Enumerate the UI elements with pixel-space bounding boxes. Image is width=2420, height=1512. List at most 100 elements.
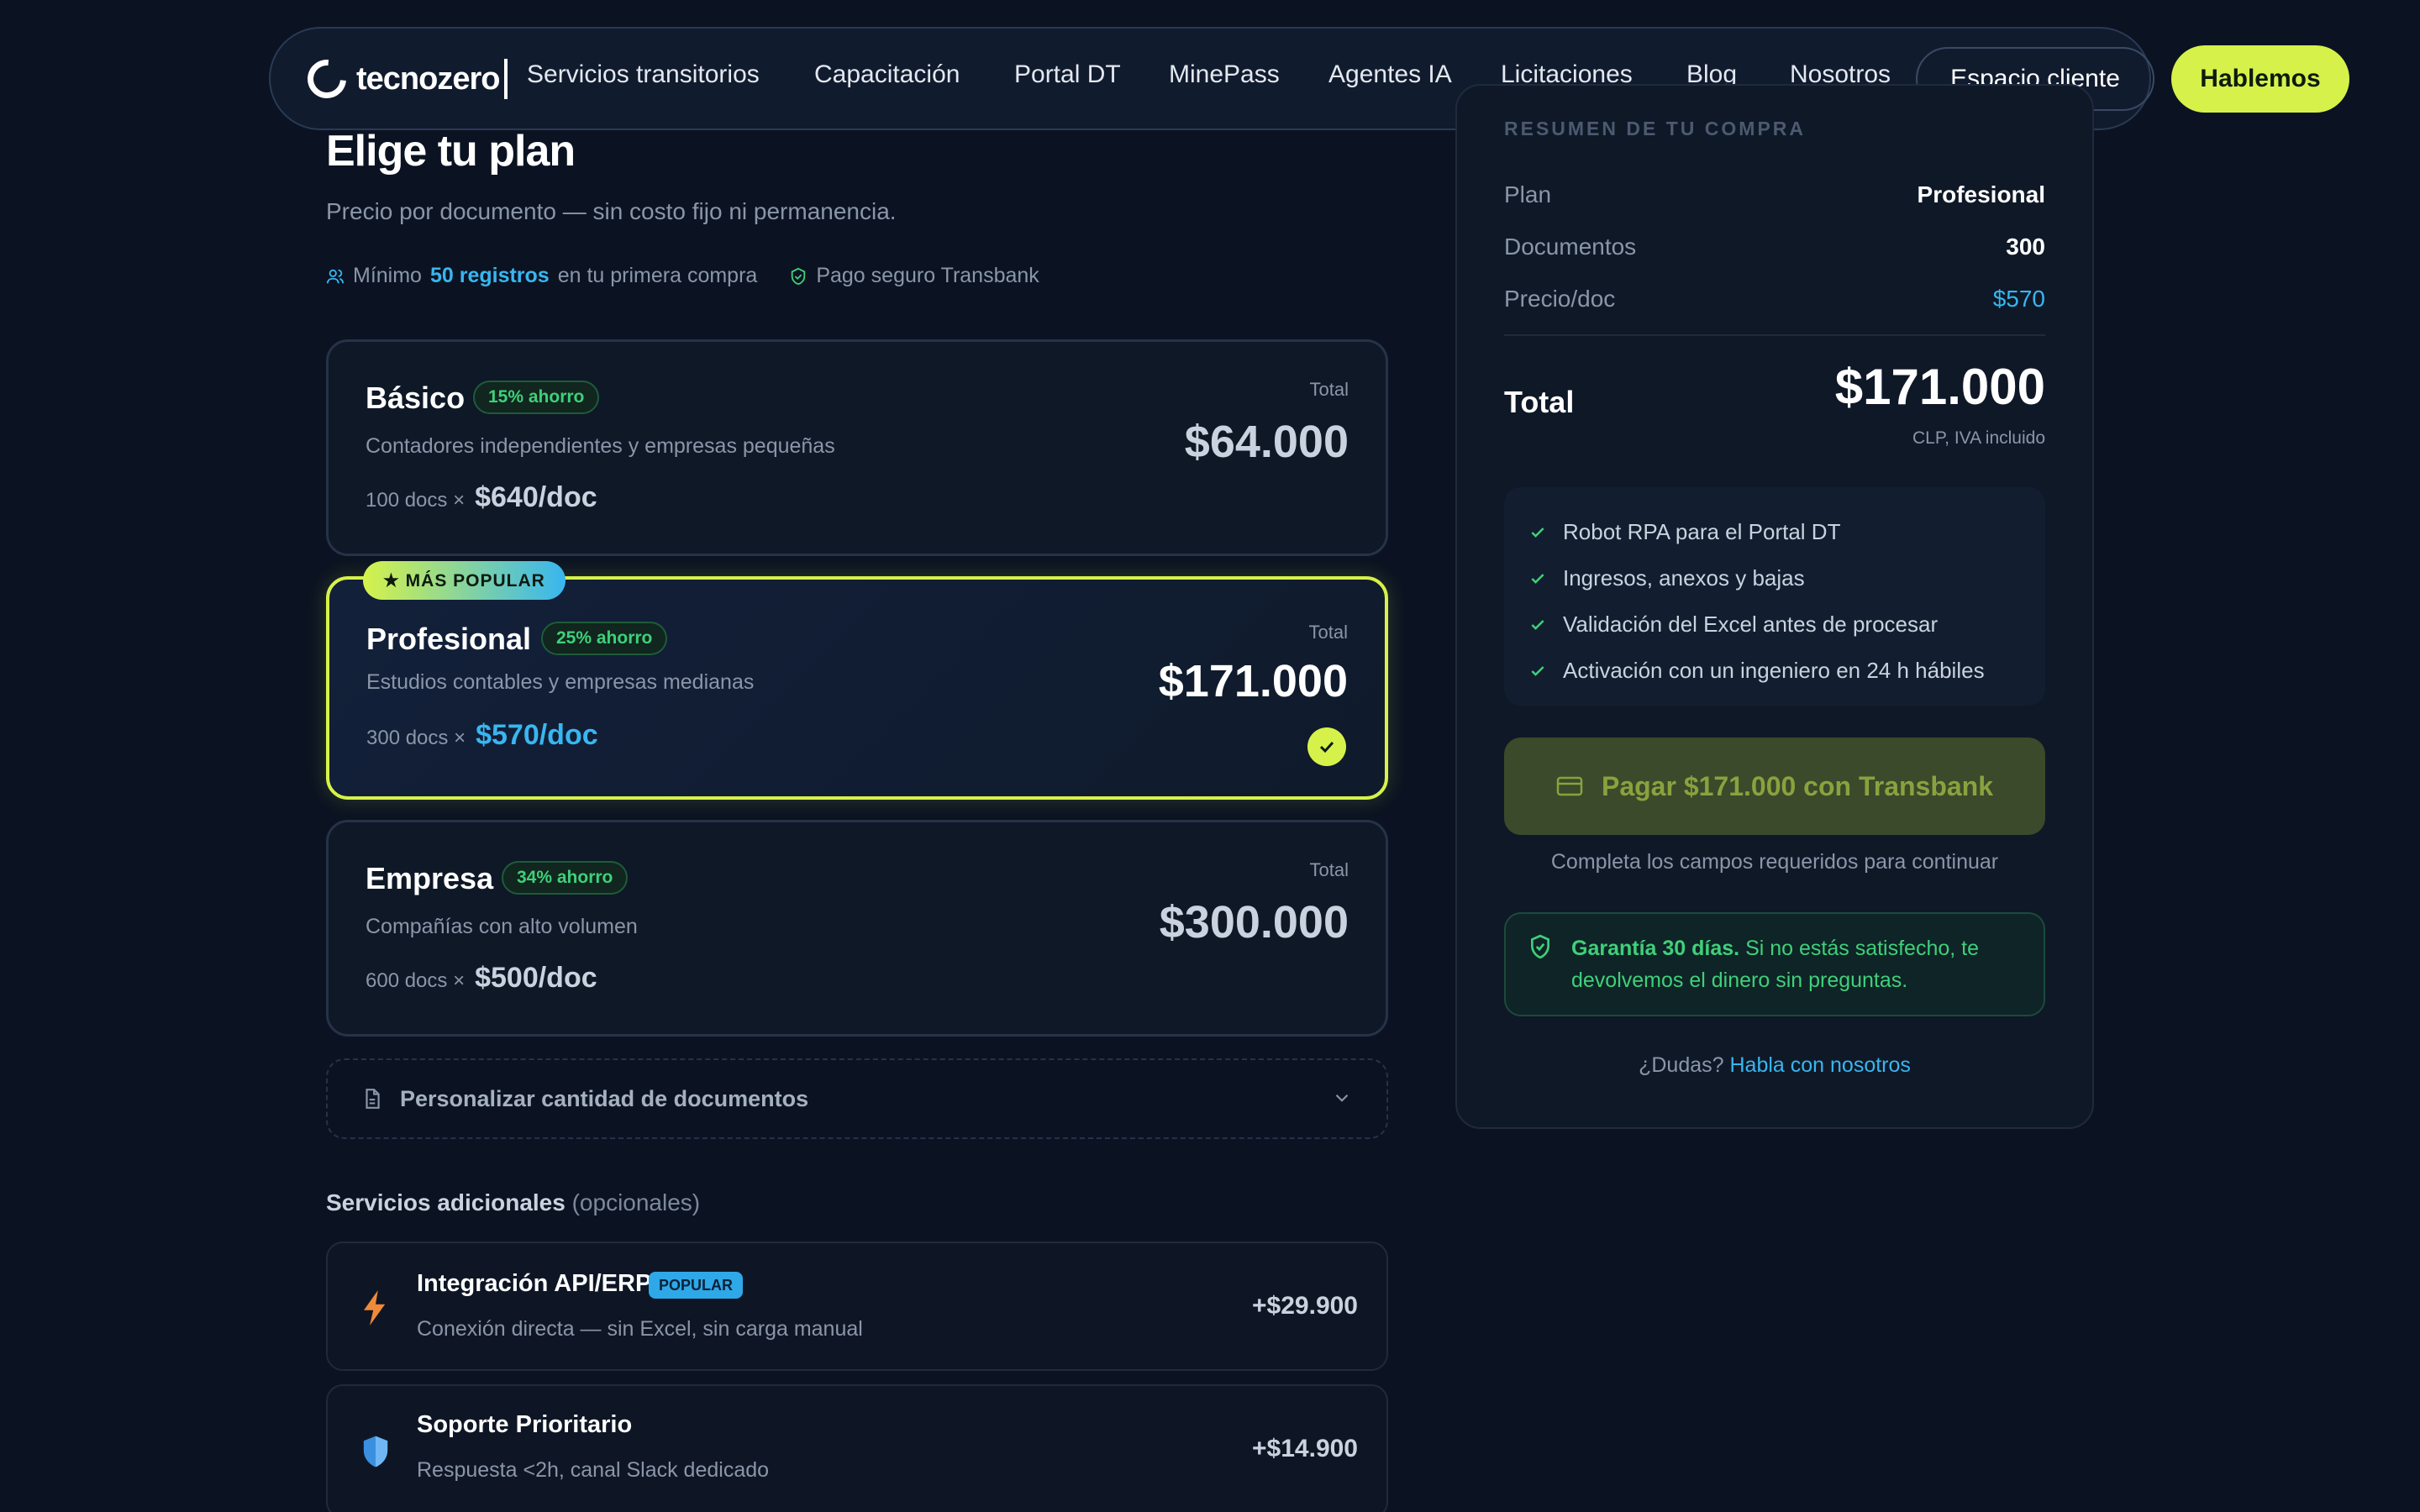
feature-item: Activación con un ingeniero en 24 h hábi… [1529,648,2020,694]
summary-total-value: $171.000 [1834,359,2045,415]
nav-agentes-ia[interactable]: Agentes IA [1328,60,1452,89]
nav-servicios-transitorios[interactable]: Servicios transitorios [527,60,760,89]
check-icon [1531,527,1544,538]
plan-name: Básico [366,381,466,415]
plan-card-empresa[interactable]: Empresa 34% ahorro Compañías con alto vo… [326,820,1388,1037]
users-icon [326,269,345,283]
addon-api-erp[interactable]: Integración API/ERP POPULAR Conexión dir… [326,1242,1388,1371]
plan-description: Compañías con alto volumen [366,915,638,938]
plan-description: Estudios contables y empresas medianas [366,670,755,694]
min-prefix: Mínimo [353,264,422,287]
shield-check-icon [1531,934,1549,959]
plan-doc-price: 300 docs × $570/doc [366,719,598,752]
saving-badge: 15% ahorro [473,381,600,414]
plan-card-profesional[interactable]: Profesional 25% ahorro Estudios contable… [326,576,1388,800]
brand-name: tecnozero [356,60,500,97]
nav-capacitacion[interactable]: Capacitación [814,60,960,89]
addon-price: +$14.900 [1252,1435,1358,1462]
min-highlight: 50 registros [429,264,550,287]
nav-minepass[interactable]: MinePass [1169,60,1280,89]
bolt-icon [364,1290,386,1326]
row-value: $570 [1992,286,2045,312]
plan-name: Profesional [366,622,532,656]
addon-soporte-prioritario[interactable]: Soporte Prioritario Respuesta <2h, canal… [326,1384,1388,1512]
plan-total: $171.000 [1158,656,1348,706]
check-icon [1531,573,1544,584]
saving-badge: 25% ahorro [541,622,668,655]
plan-name: Empresa [366,861,494,895]
check-icon [1531,619,1544,630]
pay-transbank-button[interactable]: Pagar $171.000 con Transbank [1504,738,2045,835]
selected-check-icon [1307,727,1346,766]
credit-card-icon [1556,776,1583,796]
row-value: Profesional [1917,181,2045,207]
total-label: Total [1309,859,1349,880]
summary-total-note: CLP, IVA incluido [1912,428,2045,448]
summary-row-plan: Plan Profesional [1504,181,2045,208]
min-suffix: en tu primera compra [557,264,758,287]
logo-icon [299,51,355,107]
feature-text: Validación del Excel antes de procesar [1563,612,1939,637]
row-key: Precio/doc [1504,286,1616,312]
per-doc-price: $570/doc [476,719,598,751]
feature-item: Robot RPA para el Portal DT [1529,509,2020,555]
guarantee-bold: Garantía 30 días. [1571,937,1740,960]
per-doc-price: $640/doc [475,481,597,513]
row-key: Plan [1504,181,1552,207]
check-icon [1531,665,1544,676]
logo-caret [504,59,508,99]
row-value: 300 [2006,234,2045,260]
summary-row-price-per-doc: Precio/doc $570 [1504,286,2045,312]
customize-docs-toggle[interactable]: Personalizar cantidad de documentos [326,1058,1388,1139]
addon-name: Integración API/ERP [417,1270,652,1297]
feature-item: Validación del Excel antes de procesar [1529,601,2020,648]
customize-label: Personalizar cantidad de documentos [400,1085,809,1111]
doc-count: 600 docs × [366,969,466,992]
plan-total: $300.000 [1159,897,1349,948]
page-subtitle: Precio por documento — sin costo fijo ni… [326,198,897,224]
help-question: ¿Dudas? [1639,1053,1724,1077]
shield-check-icon [792,267,806,285]
plan-total: $64.000 [1184,417,1349,467]
nav-portal-dt[interactable]: Portal DT [1014,60,1121,89]
doc-count: 100 docs × [366,489,466,512]
help-link[interactable]: Habla con nosotros [1730,1053,1911,1077]
summary-row-documents: Documentos 300 [1504,234,2045,260]
addon-description: Respuesta <2h, canal Slack dedicado [417,1458,770,1482]
row-key: Documentos [1504,234,1637,260]
document-icon [366,1089,380,1109]
summary-heading: RESUMEN DE TU COMPRA [1504,118,1807,139]
feature-text: Ingresos, anexos y bajas [1563,565,1805,591]
saving-badge: 34% ahorro [502,861,629,895]
addon-name: Soporte Prioritario [417,1411,633,1438]
summary-divider [1504,334,2045,336]
pay-button-label: Pagar $171.000 con Transbank [1601,770,1994,801]
plan-doc-price: 100 docs × $640/doc [366,481,597,514]
plan-doc-price: 600 docs × $500/doc [366,962,597,995]
brand-logo[interactable]: tecnozero [299,50,508,108]
purchase-info-line: Mínimo 50 registros en tu primera compra… [326,264,1039,288]
addon-price: +$29.900 [1252,1292,1358,1320]
plan-card-basico[interactable]: Básico 15% ahorro Contadores independien… [326,339,1388,556]
chevron-down-icon [1335,1094,1349,1102]
per-doc-price: $500/doc [475,962,597,994]
addons-title-text: Servicios adicionales [326,1189,566,1215]
shield-icon [363,1436,388,1467]
secure-payment-text: Pago seguro Transbank [816,264,1039,287]
feature-text: Activación con un ingeniero en 24 h hábi… [1563,658,1985,683]
help-line: ¿Dudas? Habla con nosotros [1504,1053,2045,1078]
total-label: Total [1309,379,1349,400]
pay-note: Completa los campos requeridos para cont… [1550,850,1999,874]
page-title: Elige tu plan [326,127,576,176]
total-label: Total [1308,622,1348,643]
popular-badge: POPULAR [649,1272,744,1299]
most-popular-badge: ★ MÁS POPULAR [363,561,566,600]
addons-optional: (opcionales) [571,1189,701,1215]
plan-description: Contadores independientes y empresas peq… [366,434,835,458]
feature-item: Ingresos, anexos y bajas [1529,555,2020,601]
summary-total-label: Total [1504,385,1575,419]
contact-cta-button[interactable]: Hablemos [2171,45,2349,113]
features-list: Robot RPA para el Portal DT Ingresos, an… [1504,487,2045,706]
addons-title: Servicios adicionales (opcionales) [326,1189,700,1216]
feature-text: Robot RPA para el Portal DT [1563,519,1841,544]
